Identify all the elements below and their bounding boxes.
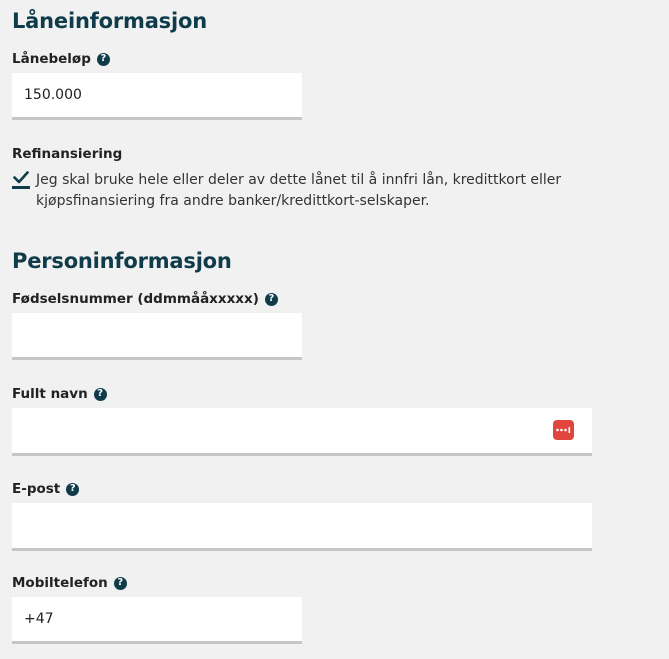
email-field-wrapper — [12, 503, 592, 551]
loan-section-title: Låneinformasjon — [12, 9, 207, 33]
ssn-label: Fødselsnummer (ddmmååxxxxx) ? — [12, 291, 278, 307]
password-manager-icon[interactable] — [553, 420, 574, 440]
ssn-field-wrapper — [12, 313, 302, 360]
question-circle-icon[interactable]: ? — [93, 387, 107, 401]
email-label: E-post ? — [12, 481, 80, 497]
loan-amount-label: Lånebeløp ? — [12, 51, 110, 67]
full-name-label-text: Fullt navn — [12, 386, 88, 402]
question-circle-icon[interactable]: ? — [264, 292, 278, 306]
question-circle-icon[interactable]: ? — [66, 482, 80, 496]
loan-amount-input[interactable] — [12, 73, 302, 117]
refinancing-checkbox-row: Jeg skal bruke hele eller deler av dette… — [12, 170, 632, 212]
loan-amount-label-text: Lånebeløp — [12, 51, 91, 67]
question-circle-icon[interactable]: ? — [113, 576, 127, 590]
loan-amount-field-wrapper — [12, 73, 302, 120]
ssn-label-text: Fødselsnummer (ddmmååxxxxx) — [12, 291, 259, 307]
refinancing-label: Refinansiering — [12, 146, 123, 162]
mobile-phone-input[interactable] — [12, 597, 302, 641]
mobile-phone-label: Mobiltelefon ? — [12, 575, 127, 591]
ssn-input[interactable] — [12, 313, 302, 357]
full-name-label: Fullt navn ? — [12, 386, 107, 402]
refinancing-text: Jeg skal bruke hele eller deler av dette… — [36, 172, 562, 209]
mobile-phone-label-text: Mobiltelefon — [12, 575, 108, 591]
question-circle-icon[interactable]: ? — [96, 52, 110, 66]
mobile-phone-field-wrapper — [12, 597, 302, 644]
email-label-text: E-post — [12, 481, 61, 497]
full-name-input[interactable] — [12, 408, 592, 453]
refinancing-checkbox[interactable] — [12, 171, 30, 189]
person-section-title: Personinformasjon — [12, 249, 232, 273]
email-input[interactable] — [12, 503, 592, 548]
full-name-field-wrapper — [12, 408, 592, 456]
